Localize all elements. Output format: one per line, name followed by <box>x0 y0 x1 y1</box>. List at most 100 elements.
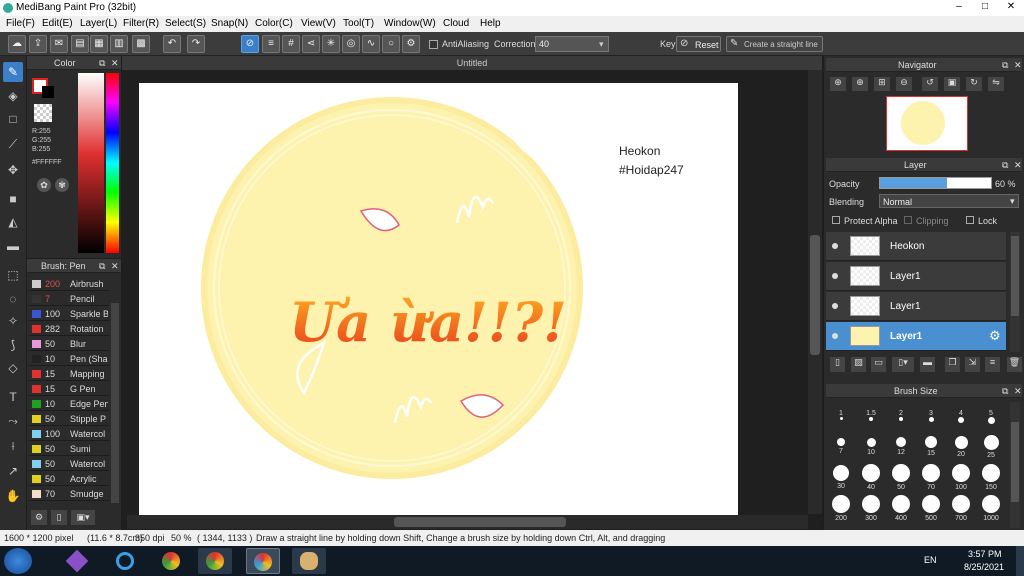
brush-list-item[interactable]: 50 Blur <box>29 337 109 351</box>
redo-icon[interactable]: ↷ <box>187 35 205 53</box>
brush-size-option[interactable]: 400 <box>886 495 916 525</box>
text-tool-icon[interactable]: T <box>3 387 23 407</box>
layer-scrollbar[interactable] <box>1010 232 1020 352</box>
drawing-canvas[interactable]: Ưa ừa!!?! Heokon #Hoidap247 <box>139 83 738 515</box>
correction-select[interactable]: 40 ▾ <box>535 36 609 52</box>
popout-icon[interactable]: ⧉ <box>99 56 105 70</box>
brush-size-option[interactable]: 7 <box>826 433 856 463</box>
layer-row[interactable]: Heokon <box>826 232 1006 261</box>
brush-add-icon[interactable]: ▯ <box>51 510 67 525</box>
brush-menu-icon[interactable]: ▣▾ <box>71 510 95 525</box>
palette-add-icon[interactable]: ✾ <box>55 178 69 192</box>
layer-scroll-thumb[interactable] <box>1011 236 1019 316</box>
halftone-layer-icon[interactable]: ▨ <box>851 357 866 372</box>
rotate-left-icon[interactable]: ↺ <box>922 77 938 91</box>
brush-list-scrollbar[interactable] <box>111 303 119 503</box>
brush-size-option[interactable]: 100 <box>946 464 976 494</box>
vanish-snap-icon[interactable]: ⋖ <box>302 35 320 53</box>
select-pen-icon[interactable]: ⟆ <box>3 335 23 355</box>
paint-icon[interactable] <box>292 548 326 574</box>
start-button[interactable] <box>4 548 32 574</box>
gear-icon[interactable]: ⚙ <box>989 328 1001 344</box>
divide-tool-icon[interactable]: ⤳ <box>3 411 23 431</box>
internet-explorer-icon[interactable] <box>108 548 142 574</box>
brush-size-option[interactable]: 40 <box>856 464 886 494</box>
horizontal-scroll-thumb[interactable] <box>394 517 566 527</box>
background-color-swatch[interactable] <box>42 86 54 98</box>
popout-icon[interactable]: ⧉ <box>1002 158 1008 172</box>
parallel-snap-icon[interactable]: ≡ <box>262 35 280 53</box>
zoom-in-2-icon[interactable]: ⊕ <box>852 77 868 91</box>
grid-icon[interactable]: ▥ <box>110 35 128 53</box>
menu-filter[interactable]: Filter(R) <box>123 18 159 29</box>
brush-settings-icon[interactable]: ⚙ <box>31 510 47 525</box>
brush-list-item[interactable]: 15 G Pen <box>29 382 109 396</box>
visibility-icon[interactable] <box>832 243 838 249</box>
select-eraser-icon[interactable]: ◇ <box>3 358 23 378</box>
brush-size-option[interactable]: 10 <box>856 433 886 463</box>
brush-size-option[interactable]: 2 <box>886 402 916 432</box>
horizontal-scrollbar[interactable] <box>127 515 808 529</box>
menu-edit[interactable]: Edit(E) <box>42 18 73 29</box>
brush-list-item[interactable]: 70 Smudge <box>29 487 109 501</box>
opacity-slider[interactable] <box>879 177 992 189</box>
layer-menu-icon[interactable]: ≡ <box>985 357 1000 372</box>
snap-settings-icon[interactable]: ⚙ <box>402 35 420 53</box>
film-icon[interactable]: ▩ <box>132 35 150 53</box>
merge-layer-icon[interactable]: ⇲ <box>965 357 980 372</box>
menu-layer[interactable]: Layer(L) <box>80 18 117 29</box>
lock-checkbox[interactable] <box>966 216 974 224</box>
brush-size-option[interactable]: 4 <box>946 402 976 432</box>
bucket-tool-icon[interactable]: ◭ <box>3 212 23 232</box>
popout-icon[interactable]: ⧉ <box>1002 58 1008 72</box>
zoom-out-icon[interactable]: ⊖ <box>896 77 912 91</box>
menu-view[interactable]: View(V) <box>301 18 336 29</box>
zoom-in-icon[interactable]: ⊕ <box>830 77 846 91</box>
flip-icon[interactable]: ⇋ <box>988 77 1004 91</box>
close-icon[interactable]: ✕ <box>111 56 119 70</box>
folder-icon[interactable]: ▬ <box>920 357 935 372</box>
rect-tool-icon[interactable]: □ <box>3 109 23 129</box>
hue-slider[interactable] <box>106 73 119 253</box>
chrome-dev-icon[interactable] <box>154 548 188 574</box>
visual-studio-icon[interactable] <box>60 548 94 574</box>
brush-size-option[interactable]: 20 <box>946 433 976 463</box>
menu-window[interactable]: Window(W) <box>384 18 436 29</box>
transparent-swatch[interactable] <box>34 104 52 122</box>
brush-list-item[interactable]: 10 Pen (Sha <box>29 352 109 366</box>
brush-size-option[interactable]: 300 <box>856 495 886 525</box>
fit-icon[interactable]: ⊞ <box>874 77 890 91</box>
brush-size-option[interactable]: 30 <box>826 464 856 494</box>
ellipse-snap-icon[interactable]: ○ <box>382 35 400 53</box>
gradient-tool-icon[interactable]: ▬ <box>3 236 23 256</box>
page-icon[interactable]: ▦ <box>90 35 108 53</box>
hand-tool-icon[interactable]: ✋ <box>3 486 23 506</box>
curve-snap-icon[interactable]: ∿ <box>362 35 380 53</box>
layer-row[interactable]: Layer1 <box>826 292 1006 321</box>
saturation-brightness-area[interactable] <box>78 73 104 253</box>
select-tool-icon[interactable]: ⬚ <box>3 265 23 285</box>
brush-list-item[interactable]: 50 Stipple P <box>29 412 109 426</box>
brush-size-option[interactable]: 1000 <box>976 495 1006 525</box>
visibility-icon[interactable] <box>832 273 838 279</box>
brush-list-item[interactable]: 10 Edge Pen <box>29 397 109 411</box>
close-icon[interactable]: ✕ <box>1014 384 1022 398</box>
rotate-reset-icon[interactable]: ▣ <box>944 77 960 91</box>
document-tab[interactable]: Untitled <box>122 56 822 70</box>
brush-size-option[interactable]: 15 <box>916 433 946 463</box>
palette-icon[interactable]: ✿ <box>37 178 51 192</box>
speech-icon[interactable]: ▤ <box>71 35 89 53</box>
magic-wand-icon[interactable]: ✧ <box>3 311 23 331</box>
add-layer-menu-icon[interactable]: ▯▾ <box>892 357 914 372</box>
brush-size-option[interactable]: 50 <box>886 464 916 494</box>
straight-line-button[interactable]: ✎ Create a straight line <box>726 36 823 52</box>
close-icon[interactable]: ✕ <box>1014 158 1022 172</box>
brush-list-item[interactable]: 100 Sparkle B <box>29 307 109 321</box>
brush-size-option[interactable]: 500 <box>916 495 946 525</box>
show-desktop-button[interactable] <box>1016 546 1024 576</box>
operation-tool-icon[interactable]: ↗ <box>3 461 23 481</box>
menu-help[interactable]: Help <box>480 18 501 29</box>
brush-size-option[interactable]: 5 <box>976 402 1006 432</box>
eyedropper-icon[interactable]: ⟊ <box>3 436 23 456</box>
menu-color[interactable]: Color(C) <box>255 18 293 29</box>
